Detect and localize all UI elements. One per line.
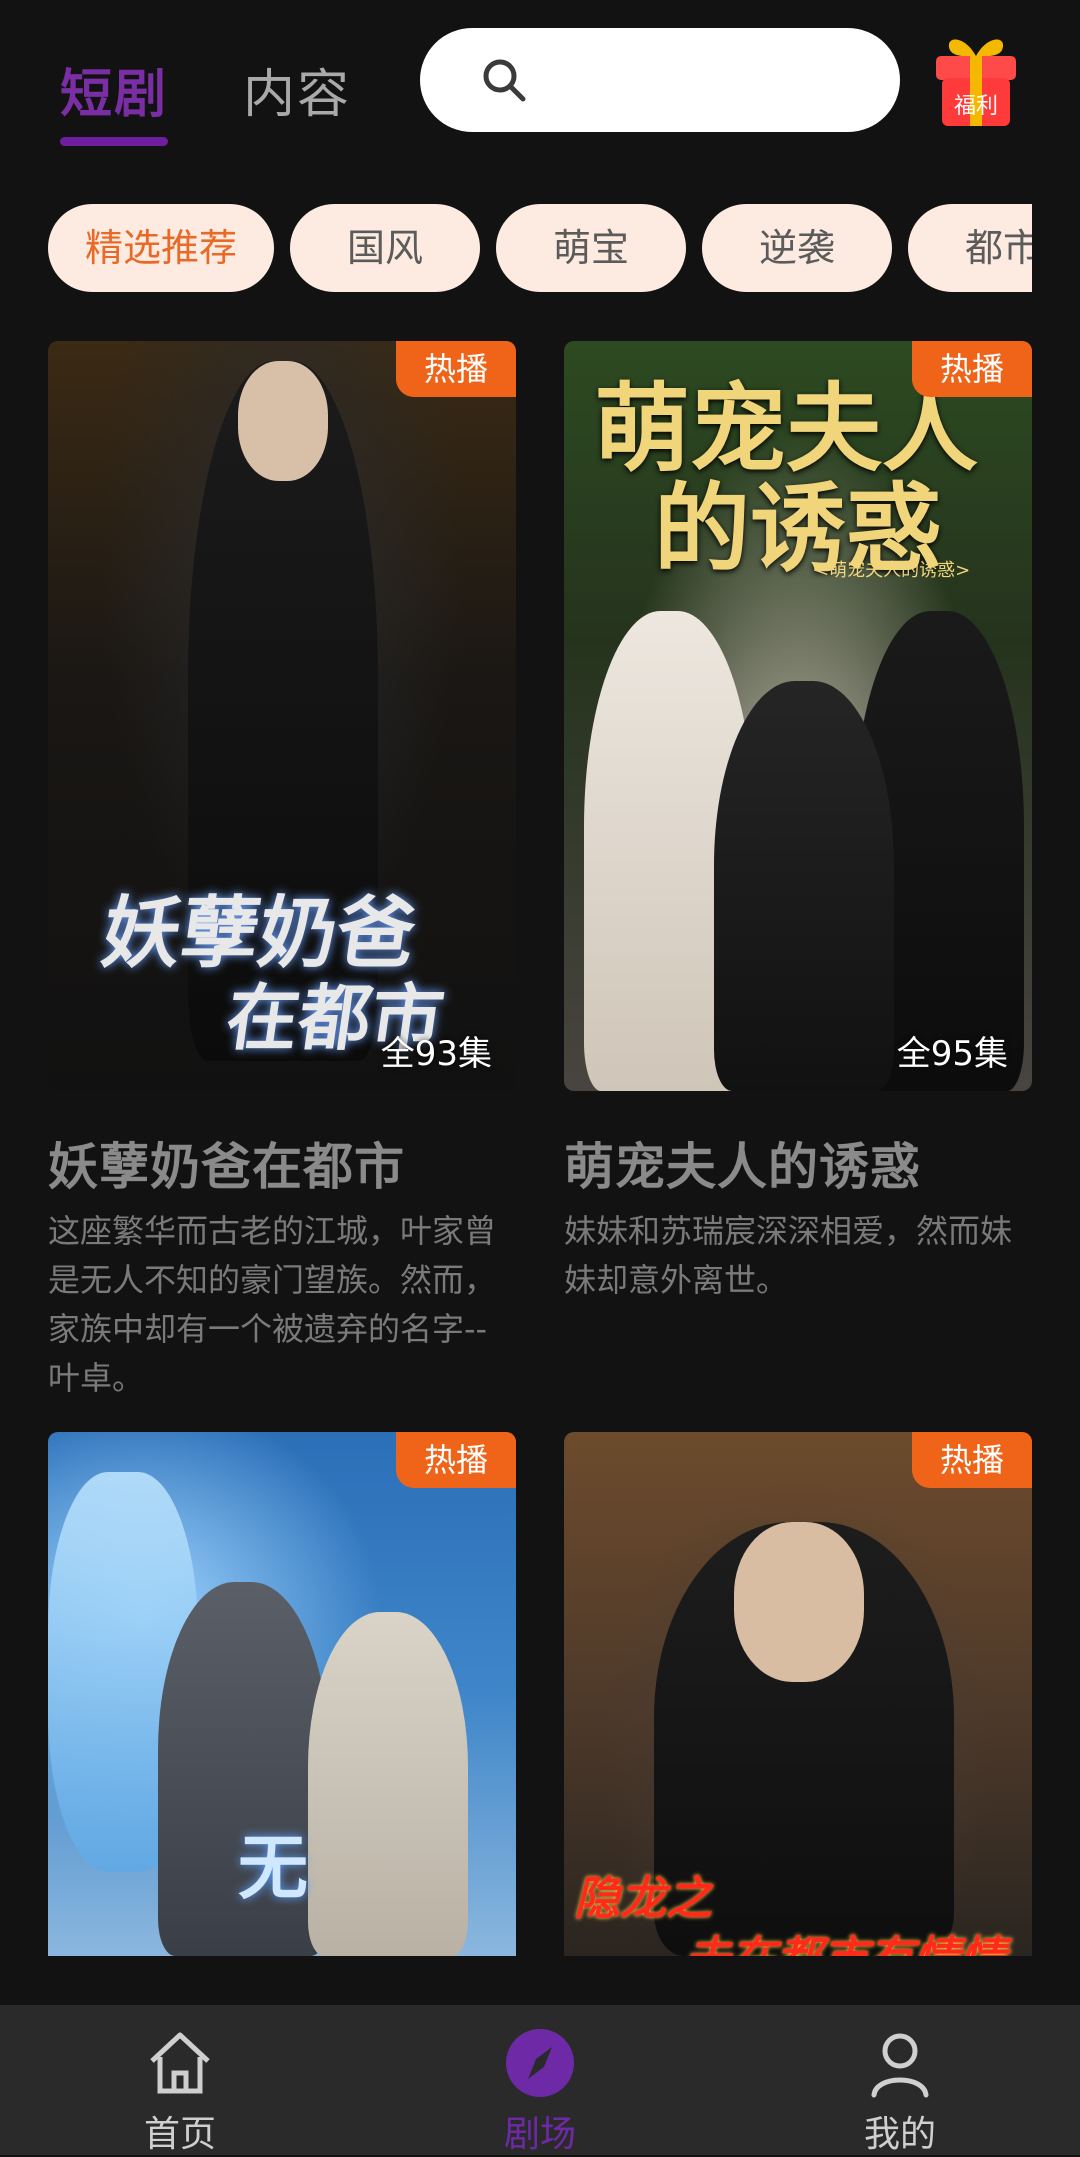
hot-badge: 热播 xyxy=(396,1432,516,1488)
tab-short-drama[interactable]: 短剧 xyxy=(60,52,168,127)
drama-card[interactable]: 无 热播 xyxy=(48,1432,516,1956)
poster-title-fragment: 无 xyxy=(238,1827,308,1909)
hot-badge: 热播 xyxy=(912,341,1032,397)
gift-label: 福利 xyxy=(953,94,998,119)
poster-face xyxy=(734,1522,864,1682)
drama-card[interactable]: 萌宠夫人 的诱惑 <萌宠夫人的诱惑> 热播 全95集 萌宠夫人的诱惑 妹妹和苏瑞… xyxy=(564,341,1032,1305)
chip-comeback[interactable]: 逆袭 xyxy=(702,204,892,292)
drama-title[interactable]: 萌宠夫人的诱惑 xyxy=(564,1127,1032,1199)
active-tab-indicator xyxy=(60,137,168,146)
nav-theater[interactable]: 剧场 xyxy=(440,2005,640,2155)
drama-title[interactable]: 妖孽奶爸在都市 xyxy=(48,1127,516,1199)
hot-badge: 热播 xyxy=(912,1432,1032,1488)
drama-poster[interactable]: 隐龙之 未在都市有情情 热播 xyxy=(564,1432,1032,1956)
nav-profile[interactable]: 我的 xyxy=(800,2005,1000,2155)
drama-description: 这座繁华而古老的江城，叶家曾是无人不知的豪门望族。然而，家族中却有一个被遗弃的名… xyxy=(48,1212,497,1397)
chip-cute-baby[interactable]: 萌宝 xyxy=(496,204,686,292)
poster-title-line1: 隐龙之 xyxy=(574,1871,712,1925)
chip-guofeng[interactable]: 国风 xyxy=(290,204,480,292)
chip-urban[interactable]: 都市 xyxy=(908,204,1032,292)
user-icon xyxy=(871,2033,929,2098)
drama-card[interactable]: 隐龙之 未在都市有情情 热播 xyxy=(564,1432,1032,1956)
episode-count: 全95集 xyxy=(896,1034,1008,1074)
poster-face xyxy=(238,361,328,481)
nav-home[interactable]: 首页 xyxy=(80,2005,280,2155)
drama-card[interactable]: 妖孽奶爸 在都市 热播 全93集 妖孽奶爸在都市 这座繁华而古老的江城，叶家曾是… xyxy=(48,341,516,1403)
search-icon xyxy=(483,59,526,102)
episode-count: 全93集 xyxy=(380,1034,492,1074)
welfare-gift-button[interactable]: 福利 xyxy=(930,30,1022,130)
drama-poster[interactable]: 无 热播 xyxy=(48,1432,516,1956)
category-chips: 精选推荐 国风 萌宝 逆袭 都市 xyxy=(48,204,1032,294)
home-icon xyxy=(150,2032,210,2094)
poster-figure-man xyxy=(714,681,894,1091)
poster-title-line2: 未在都市有情情 xyxy=(684,1922,1006,1956)
top-header: 短剧 内容 福利 xyxy=(0,0,1080,180)
bottom-navigation: 首页 剧场 我的 xyxy=(0,2005,1080,2155)
drama-description: 妹妹和苏瑞宸深深相爱，然而妹妹却意外离世。 xyxy=(564,1212,1013,1299)
tab-content[interactable]: 内容 xyxy=(243,52,351,127)
hot-badge: 热播 xyxy=(396,341,516,397)
poster-figure-woman xyxy=(308,1612,468,1956)
drama-poster[interactable]: 妖孽奶爸 在都市 热播 全93集 xyxy=(48,341,516,1091)
nav-theater-label: 剧场 xyxy=(503,2114,576,2155)
nav-home-label: 首页 xyxy=(143,2114,216,2155)
chip-featured[interactable]: 精选推荐 xyxy=(48,204,274,292)
search-bar[interactable] xyxy=(420,28,900,132)
drama-poster[interactable]: 萌宠夫人 的诱惑 <萌宠夫人的诱惑> 热播 全95集 xyxy=(564,341,1032,1091)
poster-subtitle: <萌宠夫人的诱惑> xyxy=(814,560,971,581)
compass-icon xyxy=(506,2029,574,2097)
nav-profile-label: 我的 xyxy=(863,2114,936,2155)
